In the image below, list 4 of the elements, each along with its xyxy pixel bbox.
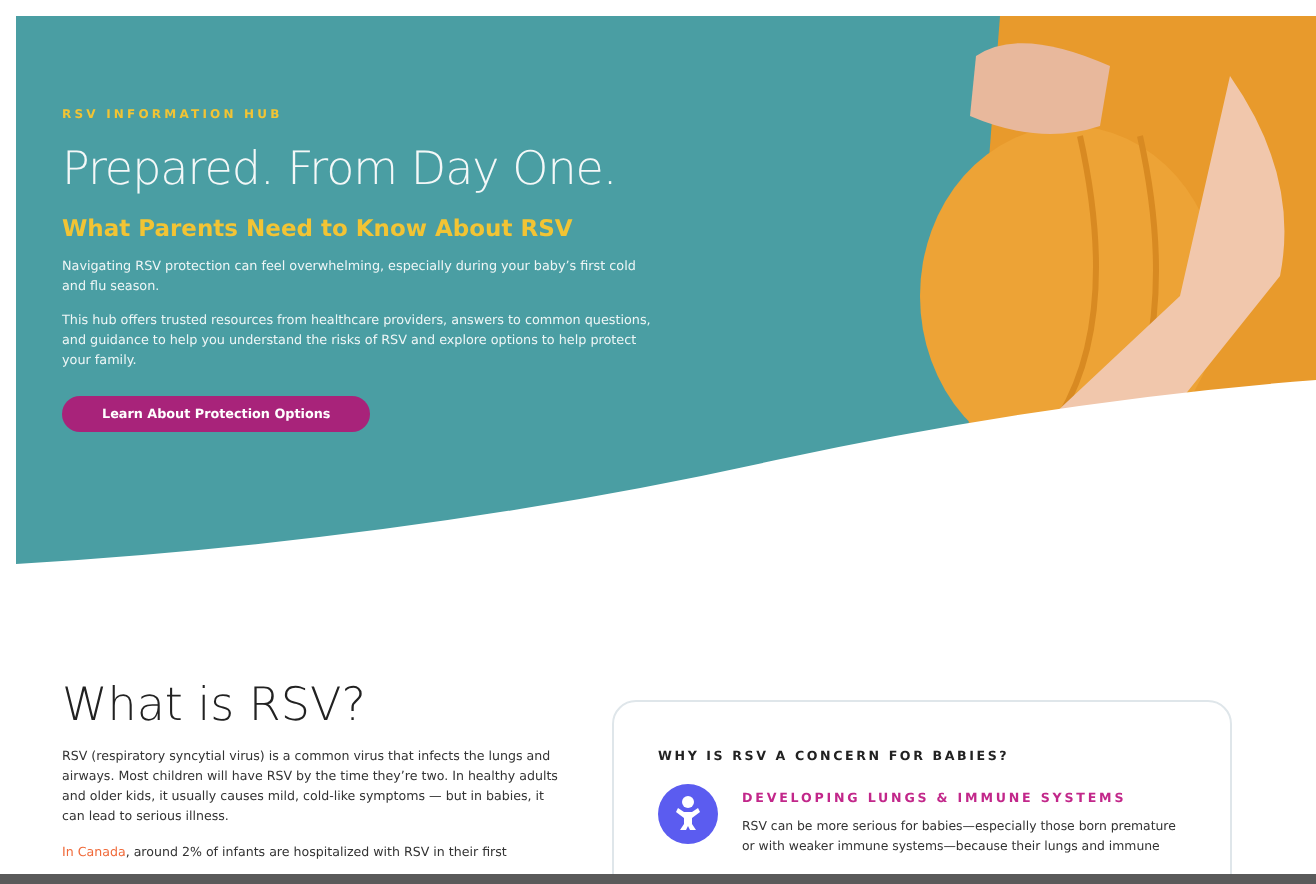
baby-icon xyxy=(658,784,718,844)
hero-title: Prepared. From Day One. xyxy=(62,144,617,196)
hero-subtitle: What Parents Need to Know About RSV xyxy=(62,214,573,242)
section-title: What is RSV? xyxy=(62,680,368,732)
